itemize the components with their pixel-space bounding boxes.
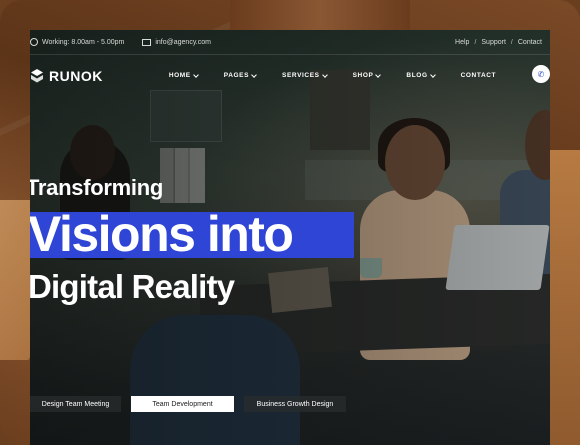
- wood-plank: [230, 0, 410, 30]
- hero-line-3: Digital Reality: [30, 268, 235, 305]
- email[interactable]: info@agency.com: [142, 38, 211, 46]
- chevron-down-icon: [251, 71, 257, 78]
- hero-line-2: Visions into: [30, 206, 294, 262]
- top-info-bar: Working: 8.00am - 5.00pm info@agency.com…: [30, 30, 550, 54]
- tab-design-team-meeting[interactable]: Design Team Meeting: [30, 396, 121, 412]
- chevron-down-icon: [429, 71, 436, 78]
- mail-icon: [142, 38, 152, 46]
- nav-item-blog[interactable]: BLOG: [406, 71, 436, 79]
- slider-tabs: Design Team Meeting Team Development Bus…: [30, 396, 346, 412]
- link-help[interactable]: Help: [455, 39, 469, 46]
- main-navbar: RUNOK HOME PAGES SERVICES SHOP BLOG CONT…: [30, 54, 550, 96]
- logo-icon: [31, 68, 43, 82]
- link-support[interactable]: Support: [481, 39, 506, 46]
- chevron-down-icon: [321, 71, 328, 78]
- separator: /: [510, 38, 513, 46]
- tab-business-growth-design[interactable]: Business Growth Design: [244, 396, 346, 412]
- tab-team-development[interactable]: Team Development: [131, 396, 234, 412]
- nav-item-home[interactable]: HOME: [169, 71, 199, 79]
- nav-menu: HOME PAGES SERVICES SHOP BLOG CONTACT: [169, 71, 497, 79]
- separator: /: [474, 38, 477, 46]
- working-hours: Working: 8.00am - 5.00pm: [30, 38, 124, 46]
- nav-item-pages[interactable]: PAGES: [224, 71, 257, 79]
- nav-item-services[interactable]: SERVICES: [282, 71, 328, 79]
- nav-item-shop[interactable]: SHOP: [353, 71, 382, 79]
- phone-button[interactable]: ✆: [532, 65, 550, 83]
- link-contact[interactable]: Contact: [518, 39, 542, 46]
- chevron-down-icon: [192, 71, 199, 78]
- phone-icon: ✆: [537, 69, 545, 79]
- hero-line-1: Transforming: [30, 175, 163, 200]
- nav-item-contact[interactable]: CONTACT: [461, 72, 497, 79]
- working-hours-text: Working: 8.00am - 5.00pm: [42, 38, 125, 46]
- logo[interactable]: RUNOK: [30, 68, 103, 84]
- brand-name: RUNOK: [49, 67, 103, 84]
- clock-icon: [30, 38, 38, 46]
- chevron-down-icon: [375, 71, 382, 78]
- website-screenshot: Working: 8.00am - 5.00pm info@agency.com…: [30, 30, 550, 445]
- email-text[interactable]: info@agency.com: [155, 39, 211, 46]
